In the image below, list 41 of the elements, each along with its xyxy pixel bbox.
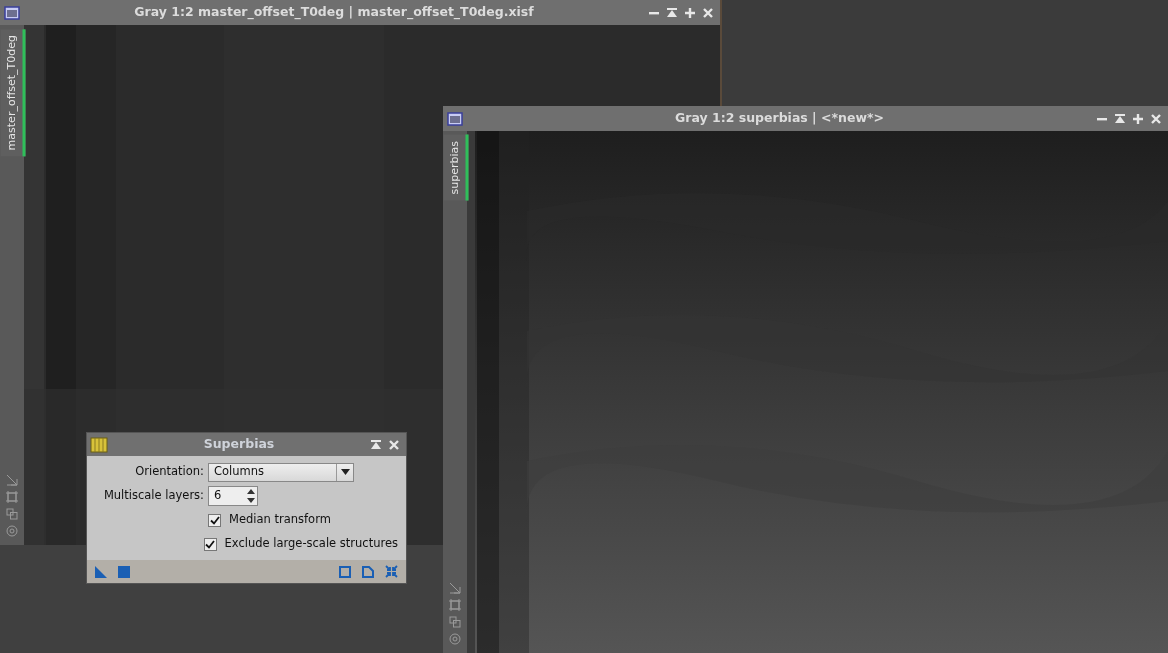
triangle-icon[interactable] — [95, 565, 107, 578]
shade-icon[interactable] — [370, 438, 382, 451]
shade-icon[interactable] — [666, 6, 678, 19]
maximize-icon[interactable] — [684, 6, 696, 19]
square-outline-icon[interactable] — [339, 565, 351, 578]
caret-icon — [340, 469, 350, 475]
window-icon[interactable] — [4, 5, 20, 20]
check-icon — [209, 515, 220, 525]
window-title: Gray 1:2 master_offset_T0deg | master_offset_T0deg.xisf — [133, 3, 535, 22]
window-title: Gray 1:2 superbias | <*new*> — [674, 109, 885, 128]
square-icon[interactable] — [118, 565, 130, 578]
checkbox-label: Exclude large-scale structures — [224, 535, 398, 553]
spin-field[interactable]: 6 — [208, 486, 258, 506]
checkbox[interactable] — [203, 537, 217, 551]
overlap-squares-icon[interactable] — [6, 508, 18, 520]
tool-icon[interactable] — [90, 436, 108, 453]
orientation-dropdown[interactable]: Columns — [208, 462, 354, 482]
maximize-icon[interactable] — [1132, 112, 1144, 125]
target-icon[interactable] — [6, 525, 18, 537]
close-icon[interactable] — [388, 438, 400, 451]
collapse-icon[interactable] — [385, 565, 398, 578]
arrow-icon[interactable] — [6, 474, 18, 486]
spin-arrows-icon[interactable] — [245, 487, 257, 505]
field-label: Orientation: — [134, 463, 204, 481]
fit-frame-icon[interactable] — [449, 599, 461, 611]
checkbox-label: Median transform — [229, 511, 331, 529]
arrow-icon[interactable] — [449, 582, 461, 594]
dialog-title: Superbias — [202, 435, 276, 454]
view-tab[interactable]: master_offset_T0deg — [0, 29, 26, 157]
check-icon — [205, 539, 216, 549]
overlap-squares-icon[interactable] — [449, 616, 461, 628]
view-tab[interactable]: superbias — [443, 135, 469, 201]
shade-icon[interactable] — [1114, 112, 1126, 125]
checkbox[interactable] — [208, 513, 221, 527]
target-icon[interactable] — [449, 633, 461, 645]
field-label: Multiscale layers: — [102, 487, 204, 505]
window-icon[interactable] — [447, 111, 463, 126]
document-icon[interactable] — [362, 565, 374, 578]
close-icon[interactable] — [1150, 112, 1162, 125]
fit-frame-icon[interactable] — [6, 491, 18, 503]
close-icon[interactable] — [702, 6, 714, 19]
